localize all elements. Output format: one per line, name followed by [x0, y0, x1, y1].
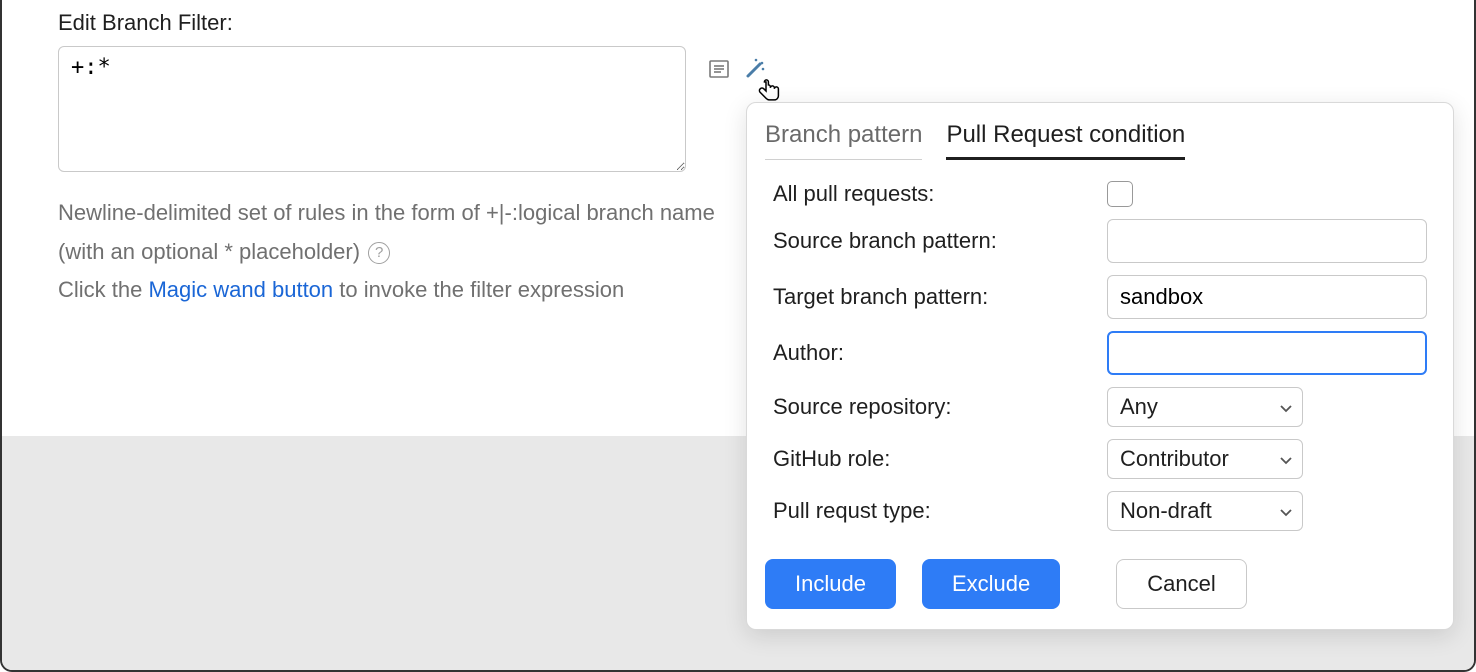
all-pull-requests-label: All pull requests:	[773, 181, 1091, 207]
row-source-repository: Source repository: Any	[773, 387, 1427, 427]
branch-filter-textarea[interactable]: +:*	[58, 46, 686, 172]
row-github-role: GitHub role: Contributor	[773, 439, 1427, 479]
help-line-2-prefix: Click the	[58, 277, 148, 302]
github-role-value: Contributor	[1120, 446, 1229, 472]
target-branch-pattern-label: Target branch pattern:	[773, 284, 1091, 310]
tab-pull-request-condition[interactable]: Pull Request condition	[946, 117, 1185, 160]
author-label: Author:	[773, 340, 1091, 366]
form-rows: All pull requests: Source branch pattern…	[765, 175, 1435, 531]
source-repository-label: Source repository:	[773, 394, 1091, 420]
filter-popover: Branch pattern Pull Request condition Al…	[746, 102, 1454, 630]
source-branch-pattern-input[interactable]	[1107, 219, 1427, 263]
pull-request-type-value: Non-draft	[1120, 498, 1212, 524]
help-line-2-suffix: to invoke the filter expression	[333, 277, 624, 302]
exclude-button[interactable]: Exclude	[922, 559, 1060, 609]
github-role-label: GitHub role:	[773, 446, 1091, 472]
source-repository-select[interactable]: Any	[1107, 387, 1303, 427]
pull-request-type-select[interactable]: Non-draft	[1107, 491, 1303, 531]
edit-branch-filter-label: Edit Branch Filter:	[58, 10, 1418, 36]
text-panel-icon[interactable]	[708, 58, 730, 80]
textarea-action-icons	[698, 46, 766, 80]
help-icon[interactable]: ?	[368, 242, 390, 264]
row-target-branch-pattern: Target branch pattern:	[773, 275, 1427, 319]
button-row: Include Exclude Cancel	[765, 559, 1435, 609]
pull-request-type-label: Pull requst type:	[773, 498, 1091, 524]
cancel-button[interactable]: Cancel	[1116, 559, 1246, 609]
row-pull-request-type: Pull requst type: Non-draft	[773, 491, 1427, 531]
source-repository-value: Any	[1120, 394, 1158, 420]
popover-tabs: Branch pattern Pull Request condition	[765, 117, 1435, 161]
github-role-select[interactable]: Contributor	[1107, 439, 1303, 479]
target-branch-pattern-input[interactable]	[1107, 275, 1427, 319]
all-pull-requests-checkbox[interactable]	[1107, 181, 1133, 207]
row-author: Author:	[773, 331, 1427, 375]
tab-branch-pattern[interactable]: Branch pattern	[765, 117, 922, 160]
cursor-hand-icon	[756, 76, 784, 104]
author-input[interactable]	[1107, 331, 1427, 375]
magic-wand-link[interactable]: Magic wand button	[148, 277, 333, 302]
help-text: Newline-delimited set of rules in the fo…	[58, 194, 758, 310]
row-all-pull-requests: All pull requests:	[773, 181, 1427, 207]
source-branch-pattern-label: Source branch pattern:	[773, 228, 1091, 254]
include-button[interactable]: Include	[765, 559, 896, 609]
row-source-branch-pattern: Source branch pattern:	[773, 219, 1427, 263]
